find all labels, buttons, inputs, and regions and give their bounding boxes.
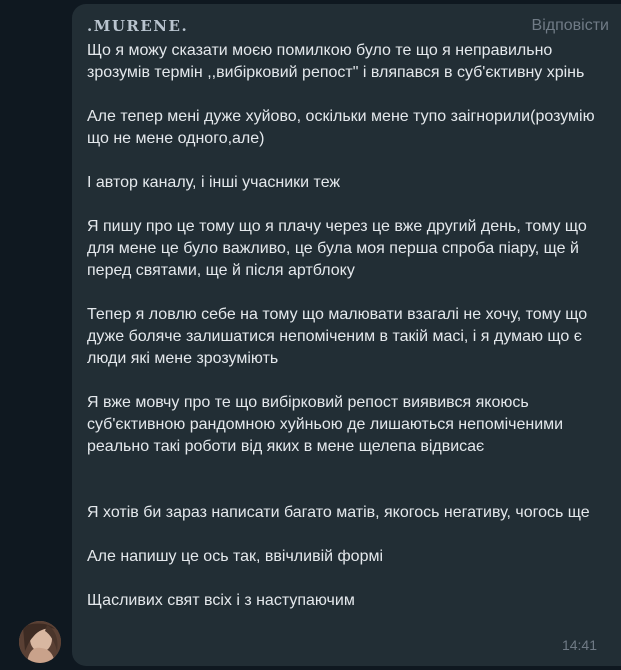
message-paragraph: Тепер я ловлю себе на тому що малювати в… [87, 306, 588, 367]
sender-name[interactable]: .MURENE. [87, 17, 188, 35]
message-paragraph: Я хотів би зараз написати багато матів, … [87, 504, 590, 521]
message-bubble: .MURENE. Відповісти Що я можу сказати мо… [72, 4, 621, 666]
message-paragraph: Я вже мовчу про те що вибірковий репост … [87, 394, 564, 455]
message-paragraph: Але тепер мені дуже хуйово, оскільки мен… [87, 108, 595, 147]
message-header: .MURENE. Відповісти [87, 17, 609, 39]
message-paragraph: Щасливих свят всіх і з наступаючим [87, 592, 355, 609]
message-timestamp: 14:41 [561, 637, 597, 653]
message-paragraph: Але напишу це ось так, ввічливій формі [87, 548, 384, 565]
message-paragraph: І автор каналу, і інші учасники теж [87, 174, 341, 191]
reply-button[interactable]: Відповісти [532, 17, 609, 35]
message-paragraph: Що я можу сказати моєю помилкою було те … [87, 42, 585, 81]
avatar-image [19, 621, 61, 663]
message-text: Що я можу сказати моєю помилкою було те … [87, 40, 607, 612]
message-paragraph: Я пишу про це тому що я плачу через це в… [87, 218, 587, 279]
sender-avatar[interactable] [19, 621, 61, 663]
